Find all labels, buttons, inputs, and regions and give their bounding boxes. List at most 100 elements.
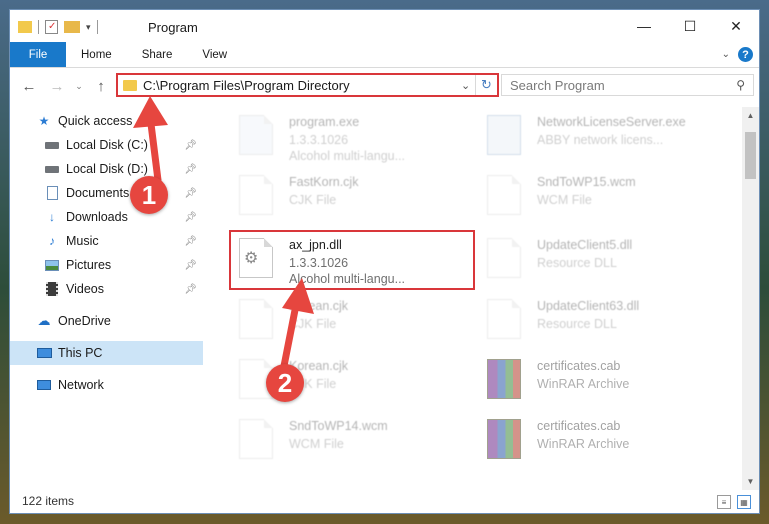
maximize-button[interactable]: ☐ [667,10,713,42]
forward-arrow-icon[interactable]: → [46,75,68,97]
file-icon [239,419,273,459]
folder-icon[interactable] [18,21,32,33]
pin-icon[interactable]: 📌︎ [184,164,197,175]
address-bar[interactable]: C:\Program Files\Program Directory ⌄ ↻ [116,73,499,97]
sidebar-item-documents[interactable]: Documents 📌︎ [10,181,203,205]
file-icon [487,175,521,215]
archive-icon [487,419,521,459]
scroll-down-icon[interactable]: ▼ [742,473,759,490]
file-name: program.exe [289,115,360,129]
title-bar: ✓ ▾ Program — ☐ ✕ [10,10,759,42]
file-detail: CJK File [289,193,337,207]
pin-icon[interactable]: 📌︎ [184,284,197,295]
ribbon-tabs: File Home Share View ⌄ ? [10,42,759,68]
dll-file-icon [487,238,521,278]
window-controls: — ☐ ✕ [621,10,759,42]
file-tile[interactable]: certificates.cab WinRAR Archive [479,413,719,469]
pin-icon[interactable]: 📌︎ [184,236,197,247]
navigation-row: ← → ⌄ ↑ C:\Program Files\Program Directo… [10,73,759,99]
pin-icon[interactable]: 📌︎ [184,140,197,151]
status-bar: 122 items [10,489,759,513]
sidebar-item-label: Downloads [66,210,128,224]
search-placeholder: Search Program [510,77,605,93]
sidebar-item-label: Pictures [66,258,112,272]
minimize-button[interactable]: — [621,10,667,42]
pin-icon[interactable]: 📌︎ [184,212,197,223]
up-arrow-icon[interactable]: ↑ [90,75,112,97]
file-tile[interactable]: program.exe 1.3.3.1026 Alcohol multi-lan… [231,109,471,165]
sidebar-item-label: Local Disk (C:) [66,138,148,152]
divider [96,20,98,34]
file-tile[interactable]: SndToWP14.wcm WCM File [231,413,471,469]
file-tile[interactable]: NetworkLicenseServer.exe ABBY network li… [479,109,719,165]
file-tile[interactable]: Korean.cjk CJK File [231,293,471,349]
archive-icon [487,359,521,399]
close-button[interactable]: ✕ [713,10,759,42]
vertical-scrollbar[interactable]: ▲ ▼ [742,107,759,490]
back-arrow-icon[interactable]: ← [18,75,40,97]
sidebar-item-label: Network [58,378,104,392]
folder-icon [123,79,137,91]
file-tile[interactable]: UpdateClient63.dll Resource DLL [479,293,719,349]
sidebar-item-label: OneDrive [58,314,111,328]
file-detail: WCM File [537,193,592,207]
tab-home[interactable]: Home [66,42,127,67]
file-detail: ABBY network licens... [537,133,664,147]
file-name: SndToWP14.wcm [289,419,388,433]
step-badge-2: 2 [266,364,304,402]
sidebar-item-label: Videos [66,282,104,296]
pin-icon[interactable]: 📌︎ [184,188,197,199]
tab-view[interactable]: View [187,42,242,67]
gear-icon: ⚙ [244,250,259,267]
tab-share[interactable]: Share [127,42,188,67]
file-icon [239,175,273,215]
file-tile[interactable]: SndToWP15.wcm WCM File [479,169,719,225]
network-icon [36,377,52,393]
file-detail: WinRAR Archive [537,437,630,451]
pictures-icon [44,257,60,273]
window-title: Program [148,20,198,35]
sidebar-item-pictures[interactable]: Pictures 📌︎ [10,253,203,277]
file-tile-highlighted[interactable]: ⚙ ax_jpn.dll 1.3.3.1026 Alcohol multi-la… [229,230,475,290]
sidebar-item-music[interactable]: ♪ Music 📌︎ [10,229,203,253]
music-icon: ♪ [49,234,55,248]
file-tile[interactable]: FastKorn.cjk CJK File [231,169,471,225]
tab-file[interactable]: File [10,42,66,67]
chevron-down-icon[interactable]: ▾ [86,22,91,33]
sidebar-item-this-pc[interactable]: This PC [10,341,203,365]
refresh-icon[interactable]: ↻ [475,75,497,95]
file-detail: 1.3.3.1026 [289,256,349,270]
sidebar-item-onedrive[interactable]: ☁ OneDrive [10,309,203,333]
search-input[interactable]: Search Program ⚲ [501,74,754,96]
details-view-icon[interactable]: ≡ [717,495,731,509]
help-icon[interactable]: ? [738,47,753,62]
scroll-thumb[interactable] [745,132,756,179]
new-folder-icon[interactable] [64,21,80,33]
file-detail: Resource DLL [537,256,617,270]
sidebar-item-videos[interactable]: Videos 📌︎ [10,277,203,301]
file-tile[interactable]: certificates.cab WinRAR Archive [479,353,719,409]
file-detail: 1.3.3.1026 [289,133,349,147]
file-name: UpdateClient5.dll [537,238,633,252]
scroll-up-icon[interactable]: ▲ [742,107,759,124]
dll-file-icon [487,299,521,339]
download-icon: ↓ [49,210,55,224]
address-path[interactable]: C:\Program Files\Program Directory [143,78,461,93]
chevron-down-icon[interactable]: ⌄ [461,79,475,92]
file-tile[interactable]: UpdateClient5.dll Resource DLL [479,232,719,288]
expand-ribbon-icon[interactable]: ⌄ [722,49,730,60]
sidebar-item-local-disk-d[interactable]: Local Disk (D:) 📌︎ [10,157,203,181]
recent-locations-icon[interactable]: ⌄ [68,75,90,97]
file-detail: Alcohol multi-langu... [289,272,406,286]
explorer-window: ✓ ▾ Program — ☐ ✕ File Home Share View ⌄… [9,9,760,514]
sidebar-item-quick-access[interactable]: ★ Quick access [10,109,203,133]
sidebar-item-downloads[interactable]: ↓ Downloads 📌︎ [10,205,203,229]
sidebar-item-network[interactable]: Network [10,373,203,397]
ribbon-right: ⌄ ? [722,47,753,62]
sidebar-item-local-disk-c[interactable]: Local Disk (C:) 📌︎ [10,133,203,157]
step-badge-1: 1 [130,176,168,214]
pin-icon[interactable]: 📌︎ [184,260,197,271]
file-detail: CJK File [289,317,337,331]
properties-icon[interactable]: ✓ [45,20,58,34]
large-icons-view-icon[interactable]: ▦ [737,495,751,509]
